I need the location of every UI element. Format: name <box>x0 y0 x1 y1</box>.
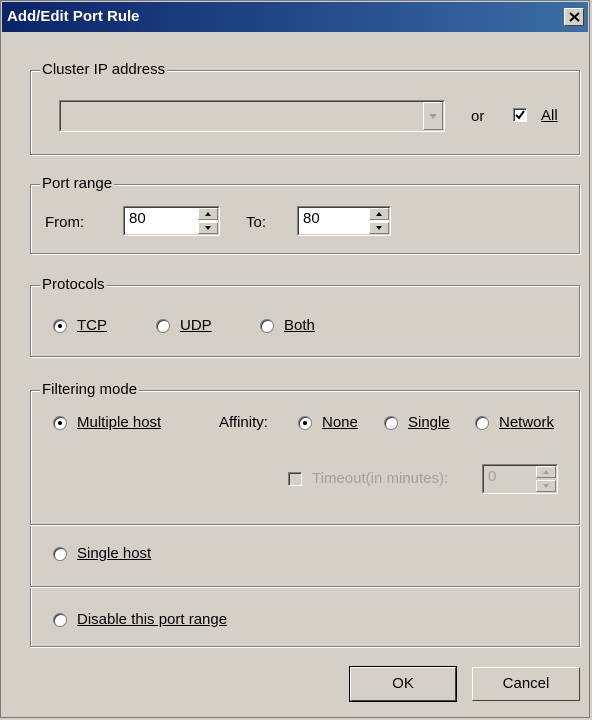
both-radio[interactable] <box>260 319 274 333</box>
affinity-label: Affinity: <box>219 414 268 431</box>
cluster-ip-group-label: Cluster IP address <box>40 61 168 79</box>
timeout-checkbox[interactable] <box>288 472 302 486</box>
chevron-down-icon <box>429 114 437 119</box>
arrow-down-icon <box>543 484 549 488</box>
to-port-down-button[interactable] <box>369 222 389 234</box>
close-icon <box>569 12 580 22</box>
timeout-value: 0 <box>488 468 497 485</box>
from-label: From: <box>45 214 85 231</box>
udp-radio[interactable] <box>156 319 170 333</box>
combo-dropdown-button[interactable] <box>423 102 443 130</box>
arrow-down-icon <box>205 226 211 230</box>
filtering-separator-2 <box>30 586 580 588</box>
to-port-spinbox[interactable]: 80 <box>297 206 391 236</box>
window-title: Add/Edit Port Rule <box>7 8 140 25</box>
single-host-label: Single host <box>77 545 152 562</box>
tcp-label: TCP <box>77 317 107 334</box>
all-label: All <box>541 107 558 124</box>
cluster-ip-combo[interactable] <box>59 100 445 132</box>
title-bar[interactable]: Add/Edit Port Rule <box>2 2 588 32</box>
arrow-up-icon <box>543 470 549 474</box>
or-label: or <box>471 108 485 125</box>
udp-label: UDP <box>180 317 212 334</box>
disable-port-range-radio[interactable] <box>53 613 67 627</box>
to-label: To: <box>246 214 267 231</box>
arrow-up-icon <box>376 212 382 216</box>
affinity-none-radio[interactable] <box>298 416 312 430</box>
arrow-up-icon <box>205 212 211 216</box>
disable-port-range-label: Disable this port range <box>77 611 228 628</box>
tcp-radio[interactable] <box>53 319 67 333</box>
all-checkbox[interactable] <box>513 108 527 122</box>
to-port-spinner[interactable] <box>369 208 389 234</box>
timeout-label: Timeout(in minutes): <box>312 470 449 487</box>
ok-button[interactable]: OK <box>349 666 457 702</box>
from-port-up-button[interactable] <box>198 208 218 220</box>
to-port-value: 80 <box>303 210 320 227</box>
to-port-up-button[interactable] <box>369 208 389 220</box>
affinity-network-label: Network <box>499 414 555 431</box>
timeout-down-button[interactable] <box>536 480 556 492</box>
arrow-down-icon <box>376 226 382 230</box>
port-range-group-label: Port range <box>40 175 115 193</box>
checkmark-icon <box>515 110 525 120</box>
affinity-network-radio[interactable] <box>475 416 489 430</box>
from-port-spinbox[interactable]: 80 <box>123 206 220 236</box>
affinity-single-label: Single <box>408 414 450 431</box>
timeout-up-button[interactable] <box>536 466 556 478</box>
timeout-spinner[interactable] <box>536 466 556 492</box>
multiple-host-radio[interactable] <box>53 416 67 430</box>
add-edit-port-rule-dialog: Add/Edit Port Rule Cluster IP address or… <box>0 0 590 718</box>
timeout-spinbox[interactable]: 0 <box>482 464 558 494</box>
filtering-mode-group-label: Filtering mode <box>40 381 140 399</box>
from-port-down-button[interactable] <box>198 222 218 234</box>
from-port-spinner[interactable] <box>198 208 218 234</box>
protocols-group-label: Protocols <box>40 276 107 294</box>
close-button[interactable] <box>564 8 584 26</box>
single-host-radio[interactable] <box>53 547 67 561</box>
affinity-none-label: None <box>322 414 358 431</box>
multiple-host-label: Multiple host <box>77 414 162 431</box>
from-port-value: 80 <box>129 210 146 227</box>
filtering-separator-1 <box>30 524 580 526</box>
both-label: Both <box>284 317 315 334</box>
affinity-single-radio[interactable] <box>384 416 398 430</box>
cancel-button[interactable]: Cancel <box>472 667 580 701</box>
